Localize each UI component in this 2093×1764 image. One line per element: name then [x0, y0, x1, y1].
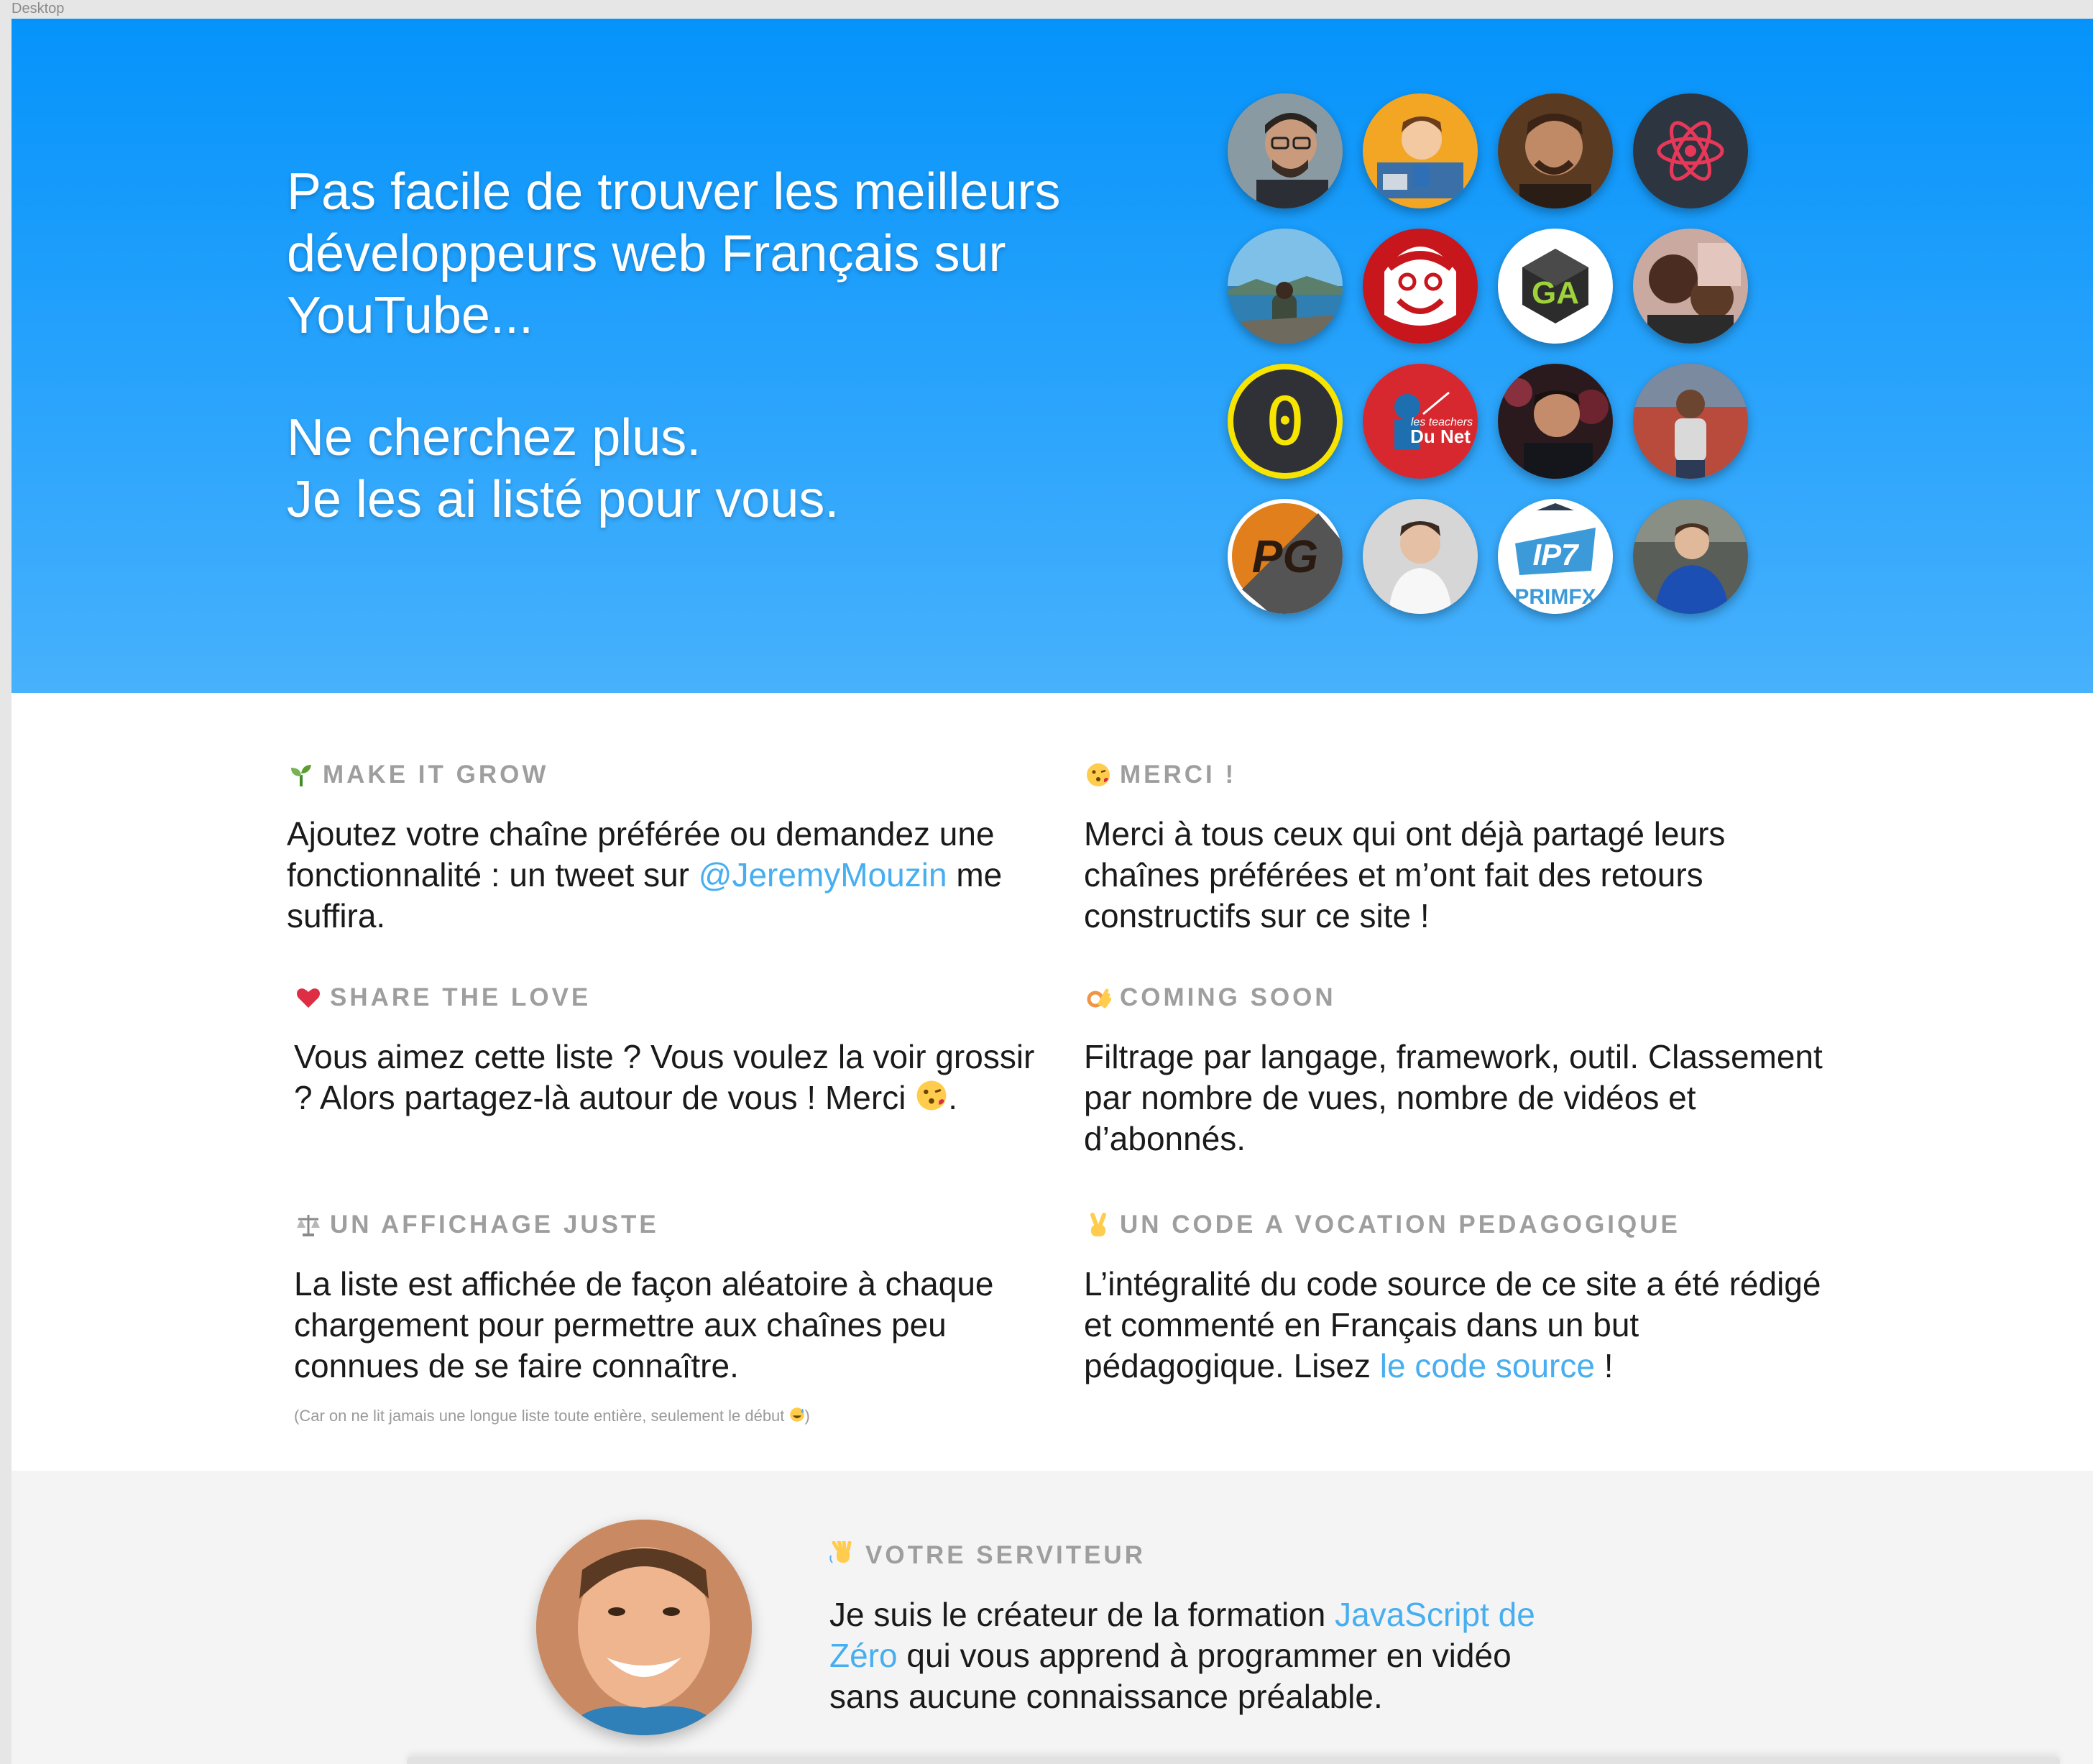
- hero-section: Pas facile de trouver les meilleurs déve…: [12, 19, 2093, 693]
- channel-avatar-5[interactable]: [1228, 229, 1343, 344]
- twitter-link[interactable]: @JeremyMouzin: [699, 856, 947, 894]
- primfx-logo-text: PRIMFX: [1514, 585, 1596, 609]
- channel-avatar-teachers[interactable]: les teachers Du Net: [1363, 364, 1478, 479]
- page-frame: Pas facile de trouver les meilleurs déve…: [12, 19, 2093, 1764]
- channel-avatar-12[interactable]: [1633, 364, 1748, 479]
- desktop-frame-label: Desktop: [12, 1, 65, 17]
- feature-make-it-grow: MAKE IT GROW Ajoutez votre chaîne préfér…: [287, 759, 1049, 937]
- balance-scale-icon: [294, 1211, 323, 1239]
- feature-title: MERCI !: [1120, 761, 1237, 789]
- zero-logo-text: 0: [1265, 383, 1305, 460]
- channel-avatar-primfx[interactable]: IP7 PRIMFX: [1498, 499, 1613, 614]
- channel-avatar-11[interactable]: [1498, 364, 1613, 479]
- channel-avatar-2[interactable]: [1363, 93, 1478, 208]
- teachers-logo-bottom: Du Net: [1410, 426, 1471, 447]
- feature-title: MAKE IT GROW: [323, 761, 549, 789]
- ga-logo-text: GA: [1532, 275, 1579, 311]
- author-text: qui vous apprend à programmer en vidéo s…: [829, 1637, 1512, 1715]
- ok-hand-icon: [1084, 983, 1113, 1012]
- waving-hand-icon: [829, 1539, 858, 1570]
- feature-text: .: [948, 1079, 957, 1116]
- heart-icon: [294, 983, 323, 1012]
- kiss-emoji-icon: [915, 1079, 948, 1121]
- pg-logo-text: PG: [1252, 530, 1318, 582]
- feature-affichage-juste: UN AFFICHAGE JUSTE La liste est affichée…: [294, 1209, 1056, 1427]
- hero-line: Pas facile de trouver les meilleurs: [287, 163, 1061, 221]
- channel-avatar-14[interactable]: [1363, 499, 1478, 614]
- feature-title: UN AFFICHAGE JUSTE: [330, 1211, 659, 1239]
- feature-title: UN CODE A VOCATION PEDAGOGIQUE: [1120, 1211, 1680, 1239]
- channel-avatar-6[interactable]: [1363, 229, 1478, 344]
- footnote-text: ): [804, 1407, 810, 1425]
- sweat-smile-icon: [789, 1407, 805, 1427]
- channel-avatar-react[interactable]: [1633, 93, 1748, 208]
- feature-coming-soon: COMING SOON Filtrage par langage, framew…: [1084, 982, 1846, 1159]
- feature-share-the-love: SHARE THE LOVE Vous aimez cette liste ? …: [294, 982, 1056, 1121]
- seedling-icon: [287, 761, 316, 789]
- next-section-edge: [407, 1757, 2060, 1764]
- feature-footnote: (Car on ne lit jamais une longue liste t…: [294, 1407, 1056, 1427]
- feature-title: COMING SOON: [1120, 983, 1336, 1011]
- author-title: VOTRE SERVITEUR: [865, 1541, 1146, 1569]
- kiss-emoji-icon: [1084, 761, 1113, 789]
- feature-text: !: [1594, 1347, 1614, 1384]
- victory-hand-icon: [1084, 1211, 1113, 1239]
- feature-title: SHARE THE LOVE: [330, 983, 592, 1011]
- feature-text: Filtrage par langage, framework, outil. …: [1084, 1038, 1823, 1157]
- channel-avatar-grid: GA 0 les teachers Du Net PG IP7 PRIMFX: [1228, 93, 1748, 614]
- author-bio: VOTRE SERVITEUR Je suis le créateur de l…: [829, 1539, 1548, 1717]
- channel-avatar-pg[interactable]: PG: [1228, 499, 1343, 614]
- channel-avatar-16[interactable]: [1633, 499, 1748, 614]
- author-avatar: [536, 1520, 752, 1735]
- author-text: Je suis le créateur de la formation: [829, 1596, 1335, 1633]
- source-code-link[interactable]: le code source: [1380, 1347, 1595, 1384]
- footnote-text: (Car on ne lit jamais une longue liste t…: [294, 1407, 789, 1425]
- channel-avatar-1[interactable]: [1228, 93, 1343, 208]
- feature-code-pedagogique: UN CODE A VOCATION PEDAGOGIQUE L’intégra…: [1084, 1209, 1846, 1387]
- channel-avatar-zero[interactable]: 0: [1228, 364, 1343, 479]
- hero-line: Je les ai listé pour vous.: [287, 471, 840, 528]
- feature-text: Merci à tous ceux qui ont déjà partagé l…: [1084, 815, 1726, 934]
- hero-headline: Pas facile de trouver les meilleurs déve…: [287, 161, 1149, 530]
- channel-avatar-ga[interactable]: GA: [1498, 229, 1613, 344]
- svg-text:IP7: IP7: [1532, 538, 1579, 571]
- author-section: VOTRE SERVITEUR Je suis le créateur de l…: [12, 1471, 2093, 1764]
- hero-line: YouTube...: [287, 287, 533, 344]
- channel-avatar-8[interactable]: [1633, 229, 1748, 344]
- feature-merci: MERCI ! Merci à tous ceux qui ont déjà p…: [1084, 759, 1846, 937]
- hero-line: développeurs web Français sur: [287, 225, 1006, 282]
- hero-line: Ne cherchez plus.: [287, 409, 702, 467]
- features-section: MAKE IT GROW Ajoutez votre chaîne préfér…: [12, 693, 2093, 1469]
- channel-avatar-3[interactable]: [1498, 93, 1613, 208]
- feature-text: La liste est affichée de façon aléatoire…: [294, 1265, 994, 1384]
